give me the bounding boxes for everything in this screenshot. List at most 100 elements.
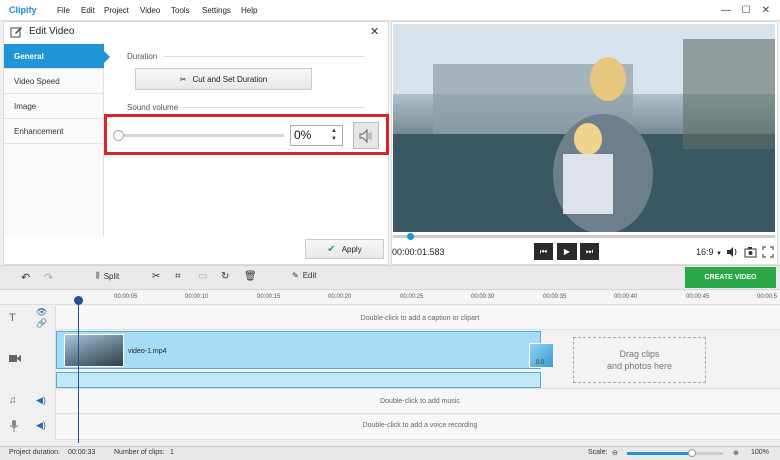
app-logo: Clipify	[9, 5, 37, 15]
video-camera-icon	[9, 355, 21, 362]
frame-button[interactable]: ▭	[198, 271, 207, 282]
caption-hint: Double-click to add a caption or clipart	[360, 315, 480, 322]
scale-label: Scale:	[588, 449, 608, 456]
music-hint: Double-click to add music	[380, 398, 460, 405]
tick-label: 00:00:30	[471, 294, 495, 300]
cut-button[interactable]: ✂	[152, 271, 160, 282]
menu-video[interactable]: Video	[140, 6, 160, 15]
volume-slider-track[interactable]	[117, 134, 284, 137]
mute-button[interactable]	[353, 122, 379, 149]
speaker-icon	[359, 128, 372, 143]
edit-label: Edit	[302, 271, 317, 280]
preview-progress-track[interactable]	[393, 235, 775, 238]
undo-icon: ↶	[21, 272, 31, 284]
cut-set-duration-button[interactable]: ✂ Cut and Set Duration	[135, 68, 312, 90]
menu-tools[interactable]: Tools	[171, 6, 190, 15]
aspect-value: 16:9	[696, 247, 714, 257]
zoom-out-button[interactable]: ⊖	[612, 449, 618, 457]
edit-panel-title: Edit Video	[29, 26, 75, 37]
playhead-handle[interactable]	[74, 296, 83, 305]
maximize-button[interactable]: ☐	[737, 2, 755, 19]
zoom-in-button[interactable]: ⊕	[733, 449, 739, 457]
fullscreen-icon[interactable]	[762, 246, 774, 258]
aspect-ratio-select[interactable]: 16:9 ▼	[696, 247, 722, 257]
redo-icon: ↷	[44, 272, 54, 284]
clip-name: video-1.mp4	[128, 348, 167, 355]
volume-icon[interactable]	[726, 246, 739, 258]
close-window-button[interactable]: ✕	[757, 2, 775, 19]
nav-video-speed[interactable]: Video Speed	[4, 69, 104, 94]
previous-button[interactable]: ⏮	[534, 243, 553, 260]
rotate-icon: ↻	[221, 271, 230, 282]
video-frame-image	[393, 24, 775, 232]
video-preview[interactable]	[393, 24, 775, 232]
minimize-button[interactable]: —	[717, 2, 735, 19]
sound-divider	[183, 107, 365, 108]
create-video-button[interactable]: CREATE VIDEO	[685, 267, 776, 288]
edit-button[interactable]: ✎ Edit	[292, 271, 317, 280]
drop-zone-label: Drag clips and photos here	[606, 349, 673, 371]
menu-settings[interactable]: Settings	[202, 6, 231, 15]
transition-duration: 0.0	[536, 360, 545, 366]
voice-volume-icon[interactable]: ◀)	[36, 420, 46, 431]
microphone-icon	[10, 420, 18, 432]
volume-spinner[interactable]: ▲ ▼	[331, 127, 337, 143]
clip-count-value: 1	[170, 449, 174, 456]
apply-label: Apply	[341, 244, 362, 254]
preview-progress-handle[interactable]	[407, 233, 414, 240]
skip-back-icon: ⏮	[539, 246, 548, 256]
split-button[interactable]: ⫼ Split	[96, 271, 119, 281]
undo-button[interactable]: ↶	[21, 271, 30, 284]
skip-forward-icon: ⏭	[585, 246, 594, 256]
music-note-icon: ♫	[9, 395, 17, 406]
playhead-line[interactable]	[78, 297, 79, 443]
zoom-slider-thumb[interactable]	[688, 449, 696, 457]
tick-label: 00:00:10	[185, 294, 209, 300]
zoom-slider-fill	[627, 452, 692, 455]
frame-icon: ▭	[198, 271, 208, 282]
text-icon: T	[9, 312, 16, 324]
menu-file[interactable]: File	[57, 6, 70, 15]
nav-general[interactable]: General	[4, 44, 110, 69]
trash-icon: 🗑	[244, 271, 257, 282]
nav-image[interactable]: Image	[4, 94, 104, 119]
crop-icon: ⌗	[175, 271, 181, 282]
next-button[interactable]: ⏭	[580, 243, 599, 260]
redo-button[interactable]: ↷	[44, 271, 53, 284]
clip-audio-bar[interactable]	[56, 372, 541, 388]
preview-timecode: 00:00:01.583	[392, 247, 445, 257]
close-edit-panel-button[interactable]: ✕	[370, 25, 379, 38]
menu-edit[interactable]: Edit	[81, 6, 95, 15]
chevron-down-icon: ▼	[716, 251, 722, 257]
tick-label: 00:00:35	[543, 294, 567, 300]
menu-project[interactable]: Project	[104, 6, 129, 15]
apply-button[interactable]: ✔ Apply	[305, 239, 384, 259]
tick-label: 00:00:40	[614, 294, 638, 300]
eye-icon[interactable]: 👁	[36, 307, 47, 318]
duration-divider	[163, 56, 365, 57]
clip-count-label: Number of clips:	[114, 449, 165, 456]
nav-enhancement[interactable]: Enhancement	[4, 119, 104, 144]
play-button[interactable]: ▶	[557, 243, 577, 260]
scissors-icon: ✂	[179, 74, 187, 84]
split-label: Split	[103, 271, 120, 281]
crop-button[interactable]: ⌗	[175, 271, 181, 282]
edit-icon	[10, 27, 22, 38]
tick-label: 00:00:15	[257, 294, 281, 300]
tick-label: 00:00:5	[757, 294, 778, 300]
play-icon: ▶	[563, 247, 571, 256]
rotate-button[interactable]: ↻	[221, 271, 229, 282]
music-volume-icon[interactable]: ◀)	[36, 395, 46, 406]
delete-button[interactable]: 🗑	[244, 271, 257, 282]
camera-icon[interactable]	[744, 246, 757, 258]
scissors-icon: ✂	[152, 271, 161, 282]
project-duration-value: 00:00:33	[68, 449, 96, 456]
menu-help[interactable]: Help	[241, 6, 257, 15]
check-icon: ✔	[327, 243, 336, 255]
drop-zone[interactable]: Drag clips and photos here	[573, 337, 706, 383]
volume-slider-thumb[interactable]	[113, 130, 124, 141]
tick-label: 00:00:20	[328, 294, 352, 300]
zoom-value: 100%	[751, 449, 769, 456]
link-icon[interactable]: 🔗	[36, 318, 47, 329]
cut-button-label: Cut and Set Duration	[192, 74, 268, 84]
